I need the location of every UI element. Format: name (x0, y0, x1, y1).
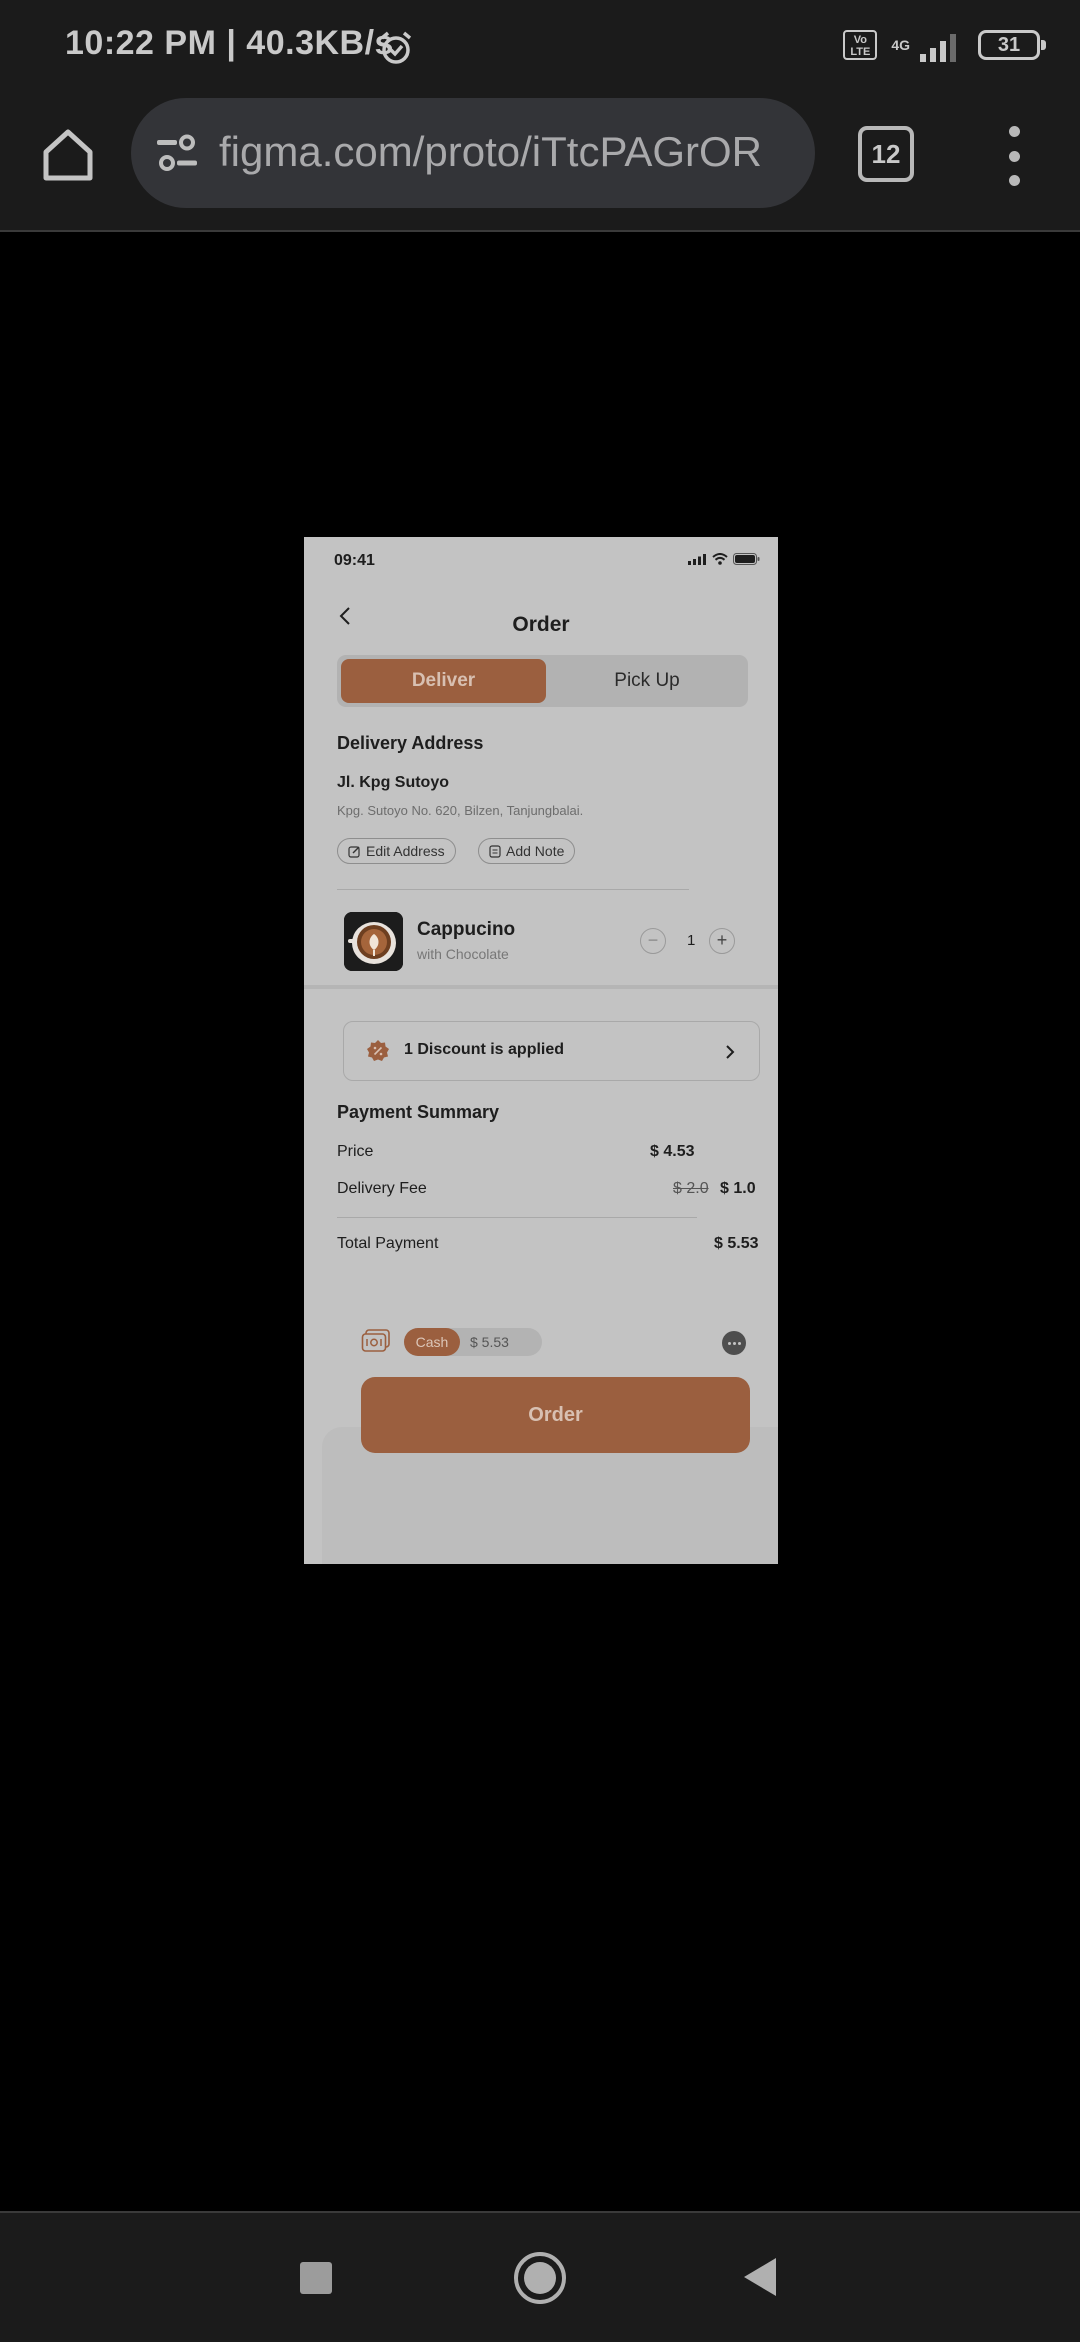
price-value: $ 4.53 (650, 1143, 695, 1160)
system-status-bar: 10:22 PM | 40.3KB/s Vo LTE 4G 31 (0, 0, 1080, 96)
edit-address-button[interactable]: Edit Address (337, 838, 456, 864)
product-subtitle: with Chocolate (417, 946, 509, 962)
divider (337, 1217, 697, 1218)
battery-icon: 31 (978, 30, 1046, 60)
app-status-icons (688, 553, 760, 565)
quantity-value: 1 (687, 932, 696, 949)
delivery-fee-original: $ 2.0 (673, 1180, 709, 1197)
android-navigation-bar (0, 2211, 1080, 2342)
battery-icon (733, 553, 760, 565)
tab-switcher-button[interactable]: 12 (858, 126, 914, 182)
url-text[interactable]: figma.com/proto/iTtcPAGrOR (219, 128, 794, 176)
signal-icon (920, 34, 956, 62)
site-settings-icon[interactable] (155, 134, 199, 174)
discount-card[interactable]: 1 Discount is applied (343, 1021, 760, 1081)
order-button[interactable]: Order (361, 1377, 750, 1453)
product-image (344, 912, 403, 971)
section-divider (304, 985, 778, 989)
tab-deliver[interactable]: Deliver (341, 659, 546, 703)
increase-quantity-button[interactable]: + (709, 928, 735, 954)
coffee-cup-icon (344, 912, 403, 971)
status-time: 10:22 PM | 40.3KB/s (65, 24, 394, 62)
address-detail: Kpg. Sutoyo No. 620, Bilzen, Tanjungbala… (337, 803, 584, 818)
recent-apps-icon[interactable] (300, 2262, 332, 2294)
home-circle-icon[interactable] (514, 2252, 566, 2304)
payment-method-selector[interactable]: Cash $ 5.53 (404, 1328, 542, 1356)
add-note-button[interactable]: Add Note (478, 838, 576, 864)
discount-badge-icon (367, 1040, 389, 1061)
payment-summary-heading: Payment Summary (337, 1102, 500, 1122)
delivery-address-heading: Delivery Address (337, 733, 484, 753)
app-status-time: 09:41 (334, 552, 375, 569)
total-payment-value: $ 5.53 (714, 1235, 759, 1252)
address-name: Jl. Kpg Sutoyo (337, 774, 449, 791)
product-name: Cappucino (417, 919, 516, 940)
add-note-label: Add Note (506, 843, 565, 859)
edit-address-label: Edit Address (366, 843, 445, 859)
decrease-quantity-button[interactable]: − (640, 928, 666, 954)
discount-text: 1 Discount is applied (404, 1041, 565, 1058)
delivery-mode-toggle: Deliver Pick Up (337, 655, 748, 707)
page-title: Order (512, 613, 570, 636)
more-options-icon[interactable] (722, 1331, 746, 1355)
tab-pick-up[interactable]: Pick Up (546, 659, 748, 703)
wifi-icon (712, 553, 728, 565)
divider (337, 889, 689, 890)
signal-icon (688, 553, 706, 565)
home-icon[interactable] (38, 124, 98, 184)
delivery-fee-label: Delivery Fee (337, 1180, 427, 1197)
prototype-frame: 09:41 Order Deliver Pick Up Delivery Add… (304, 537, 778, 1564)
volte-icon: Vo LTE (843, 30, 878, 60)
price-label: Price (337, 1143, 374, 1160)
total-payment-label: Total Payment (337, 1235, 439, 1252)
cash-badge: Cash (404, 1328, 460, 1356)
address-bar[interactable]: figma.com/proto/iTtcPAGrOR (131, 98, 815, 208)
cash-amount: $ 5.53 (470, 1334, 509, 1350)
edit-icon (348, 845, 360, 858)
browser-toolbar: figma.com/proto/iTtcPAGrOR 12 (0, 96, 1080, 232)
chevron-right-icon (726, 1045, 735, 1059)
wallet-icon[interactable] (361, 1328, 391, 1354)
network-type-icon: 4G (891, 37, 910, 53)
alarm-icon (380, 31, 412, 64)
delivery-fee-value: $ 1.0 (720, 1180, 756, 1197)
note-icon (489, 844, 501, 858)
overflow-menu-icon[interactable] (1000, 126, 1028, 186)
back-triangle-icon[interactable] (744, 2258, 776, 2296)
